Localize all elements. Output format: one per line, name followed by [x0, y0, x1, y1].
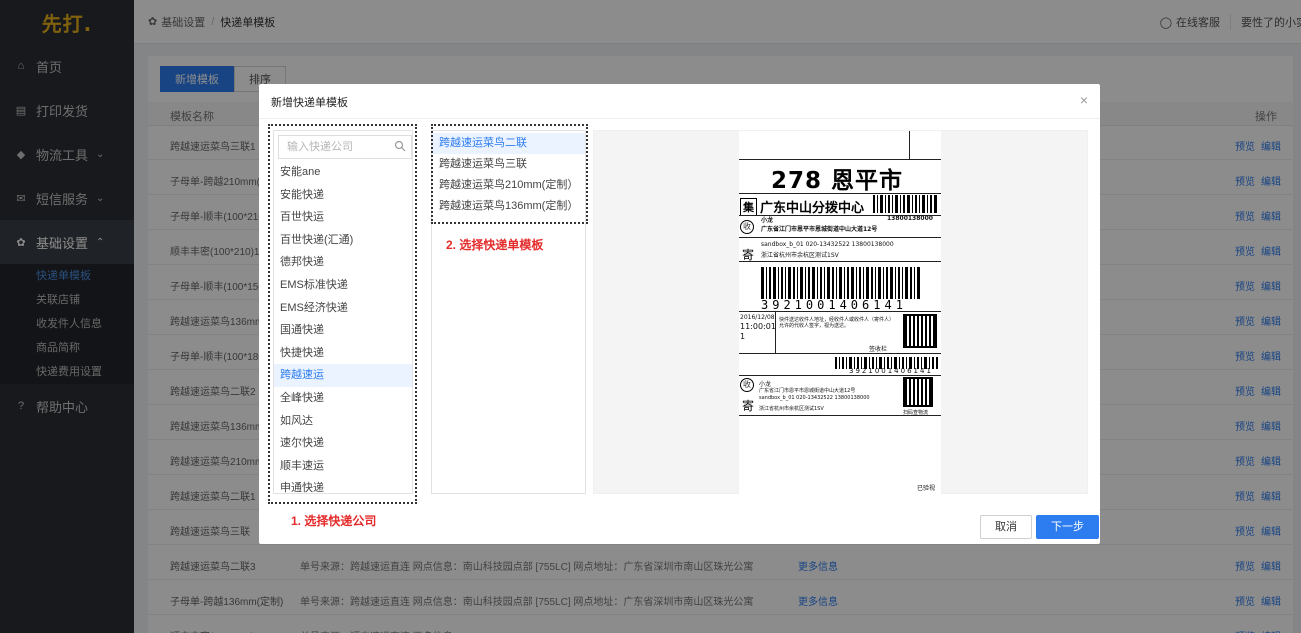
receiver-address: 广东省江门市恩平市恩城街道中山大道12号: [761, 226, 878, 233]
next-step-button[interactable]: 下一步: [1036, 515, 1099, 539]
receive-badge: 收: [740, 220, 754, 234]
qr-code: [903, 377, 933, 407]
hub-name: 广东中山分拨中心: [760, 201, 865, 216]
print-date: 2016/12/08: [740, 314, 775, 321]
annotation-box-company: [268, 124, 417, 504]
waybill-preview: 278 恩平市 集 广东中山分拨中心 收 小龙 13800138000 广东省江…: [739, 131, 941, 495]
divider: [739, 311, 941, 312]
annotation-select-company: 1. 选择快递公司: [291, 514, 377, 528]
divider: [739, 159, 941, 160]
tracking-number-small: 3921001406141: [849, 367, 933, 375]
receiver-phone: 13800138000: [887, 215, 933, 222]
divider: [775, 311, 776, 353]
cancel-button[interactable]: 取消: [980, 515, 1032, 539]
receiver-name: 小龙: [761, 217, 774, 224]
barcode-icon: [873, 195, 937, 213]
sender-info: sandbox_b_01 020-13432522 13800138000: [761, 241, 894, 248]
signature-field: 签收栏: [869, 346, 888, 353]
divider: [909, 131, 910, 159]
close-icon[interactable]: ×: [1080, 92, 1088, 108]
dialog-title: 新增快递单模板: [271, 97, 348, 109]
main-barcode: [761, 267, 920, 299]
destination-city: 278 恩平市: [771, 168, 904, 194]
divider: [739, 261, 941, 262]
qr-code: [903, 314, 937, 348]
receive-badge: 收: [740, 378, 754, 392]
send-badge: 寄: [742, 399, 755, 413]
receiver-address-stub: 广东省江门市恩平市恩城街道中山大道12号: [759, 388, 856, 394]
tracking-number: 3921001406141: [761, 298, 907, 312]
divider: [739, 375, 941, 376]
divider: [739, 193, 941, 194]
print-time: 11:00:01: [740, 322, 776, 331]
divider: [739, 353, 941, 354]
inspected-stamp: 已验视: [917, 485, 936, 492]
divider: [739, 237, 941, 238]
delivery-notice: 快件送达收件人地址，经收件人或收件人（寄件人）允许的代收人签字，视为送达。: [779, 317, 895, 329]
piece-count: 1: [740, 332, 746, 341]
annotation-box-template: [431, 124, 588, 224]
divider: [739, 415, 941, 416]
annotation-select-template: 2. 选择快递单模板: [446, 238, 544, 252]
sender-address-stub: 浙江省杭州市余杭区测试1SV: [759, 406, 824, 412]
sender-info-stub: sandbox_b_01 020-13432522 13800138000: [759, 395, 870, 401]
ji-badge: 集: [740, 197, 757, 216]
divider: [259, 118, 1100, 119]
sender-address: 浙江省杭州市余杭区测试1SV: [761, 252, 839, 259]
sort-hub: 集 广东中山分拨中心: [740, 197, 864, 216]
